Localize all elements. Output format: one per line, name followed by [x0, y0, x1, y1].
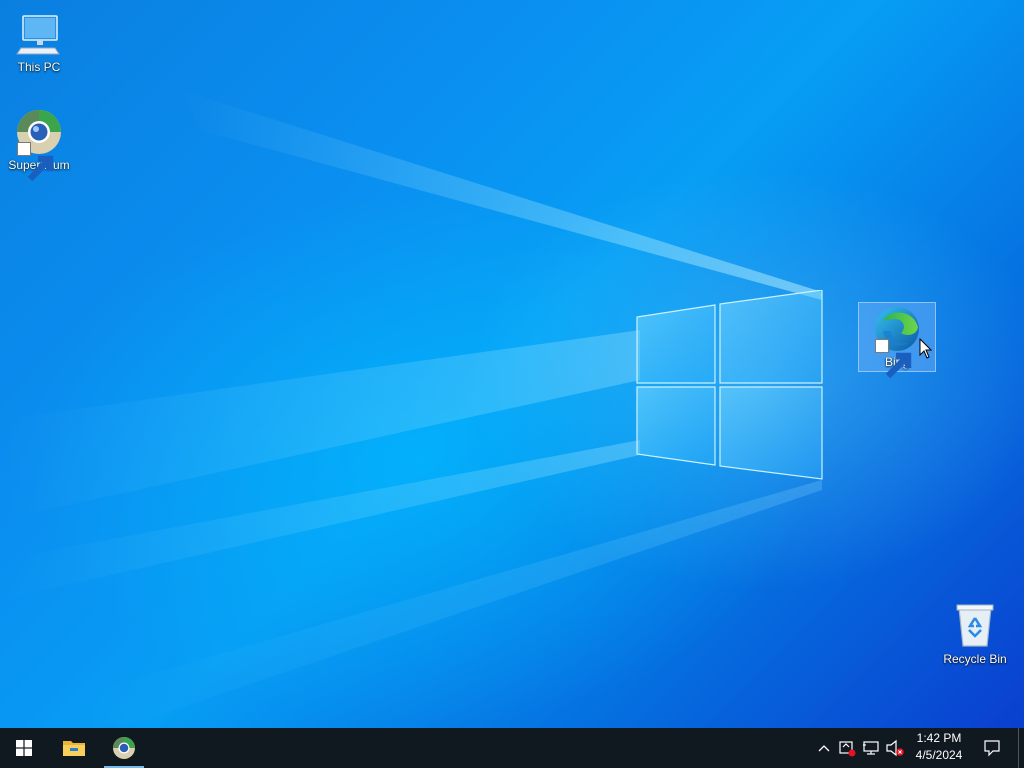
supermium-browser-icon: [15, 108, 63, 182]
desktop-icon-supermium[interactable]: Supermium: [0, 106, 78, 182]
mouse-cursor-icon: [919, 338, 933, 359]
clock-time: 1:42 PM: [916, 731, 962, 745]
desktop-icon-bing[interactable]: Bing: [858, 302, 936, 379]
desktop-icon-label: This PC: [17, 60, 61, 74]
windows-start-icon: [16, 740, 32, 756]
taskbar-supermium[interactable]: [100, 728, 148, 768]
desktop-icon-label: Recycle Bin: [943, 652, 1007, 666]
show-desktop-button[interactable]: [1018, 728, 1024, 768]
volume-muted-icon[interactable]: [885, 738, 905, 758]
network-disconnected-icon[interactable]: [861, 738, 881, 758]
chevron-up-icon[interactable]: [814, 738, 834, 758]
edge-browser-icon: [873, 305, 921, 379]
computer-icon: [15, 10, 63, 58]
desktop[interactable]: This PC Supermium Bing Recycle Bin: [0, 0, 1024, 728]
supermium-browser-icon: [113, 737, 135, 759]
taskbar-clock[interactable]: 1:42 PM 4/5/2024: [908, 730, 970, 766]
desktop-icon-this-pc[interactable]: This PC: [0, 8, 78, 77]
shortcut-arrow-icon: [875, 339, 912, 379]
action-center-icon[interactable]: [982, 738, 1002, 758]
clock-date: 4/5/2024: [915, 748, 963, 762]
recycle-bin-icon: [951, 602, 999, 650]
shortcut-arrow-icon: [17, 142, 54, 182]
file-explorer-icon: [63, 741, 85, 756]
taskbar-file-explorer[interactable]: [50, 728, 98, 768]
taskbar: 1:42 PM 4/5/2024: [0, 728, 1024, 768]
security-alert-icon[interactable]: [837, 738, 857, 758]
desktop-icon-recycle-bin[interactable]: Recycle Bin: [936, 600, 1014, 669]
start-button[interactable]: [0, 728, 48, 768]
windows-logo-wallpaper: [636, 290, 823, 480]
